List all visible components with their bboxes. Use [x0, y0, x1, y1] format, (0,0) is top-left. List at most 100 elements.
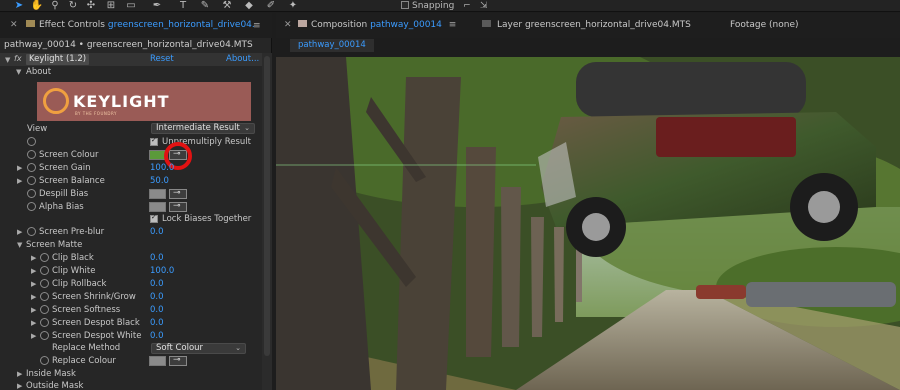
rotate-tool-icon[interactable]: ↻ — [66, 0, 80, 12]
stopwatch-icon[interactable] — [27, 202, 36, 211]
screen-matte-row[interactable]: ▼ Screen Matte — [0, 239, 262, 251]
eraser-tool-icon[interactable]: ◆ — [242, 0, 256, 12]
effect-name[interactable]: Keylight (1.2) — [26, 54, 90, 65]
clip-black-row: ▶ Clip Black 0.0 — [0, 252, 262, 264]
screen-balance-value[interactable]: 50.0 — [150, 175, 169, 187]
layer-tab[interactable]: Layer greenscreen_horizontal_drive04.MTS — [482, 20, 691, 30]
expand-icon[interactable]: ▶ — [31, 291, 36, 303]
screen-preblur-value[interactable]: 0.0 — [150, 226, 164, 238]
clip-white-value[interactable]: 100.0 — [150, 265, 174, 277]
replace-colour-label: Replace Colour — [52, 356, 116, 366]
chevron-down-icon: ⌄ — [244, 124, 250, 132]
expand-icon[interactable]: ▶ — [17, 368, 22, 380]
eyedropper-icon[interactable] — [169, 355, 187, 366]
despot-white-row: ▶ Screen Despot White 0.0 — [0, 330, 262, 342]
snap-points-icon[interactable]: ⇲ — [480, 0, 494, 12]
composition-tab[interactable]: Composition pathway_00014 ≡ — [298, 20, 456, 30]
lock-biases-checkbox[interactable] — [150, 213, 158, 223]
expand-icon[interactable]: ▶ — [31, 278, 36, 290]
layer-tab-label: Layer greenscreen_horizontal_drive04.MTS — [497, 20, 691, 30]
expand-icon[interactable]: ▼ — [16, 66, 21, 78]
expand-icon[interactable]: ▶ — [17, 162, 22, 174]
expand-icon[interactable]: ▼ — [17, 239, 22, 251]
about-link[interactable]: About... — [226, 54, 259, 64]
stopwatch-icon[interactable] — [27, 150, 36, 159]
lock-biases-label: Lock Biases Together — [162, 214, 252, 224]
stopwatch-icon[interactable] — [40, 318, 49, 327]
fx-icon[interactable]: fx — [14, 54, 22, 63]
hand-tool-icon[interactable]: ✋ — [30, 0, 44, 12]
eyedropper-icon[interactable] — [169, 188, 187, 199]
reset-link[interactable]: Reset — [150, 54, 174, 64]
despill-bias-swatch[interactable] — [149, 189, 166, 199]
expand-icon[interactable]: ▶ — [17, 380, 22, 390]
panel-menu-icon[interactable]: ≡ — [253, 21, 261, 31]
close-icon[interactable]: ✕ — [10, 20, 18, 30]
composition-subtab[interactable]: pathway_00014 — [290, 39, 374, 52]
stopwatch-icon[interactable] — [40, 305, 49, 314]
screen-shrink-value[interactable]: 0.0 — [150, 291, 164, 303]
puppet-tool-icon[interactable]: ✦ — [286, 0, 300, 12]
stopwatch-icon[interactable] — [27, 163, 36, 172]
keylight-logo-subtext: BY THE FOUNDRY — [75, 111, 117, 116]
stopwatch-icon[interactable] — [40, 356, 49, 365]
unpremultiply-checkbox[interactable] — [150, 136, 158, 146]
stopwatch-icon[interactable] — [40, 253, 49, 262]
snapping-toggle[interactable]: Snapping ⌐ ⇲ — [401, 0, 494, 12]
panel-menu-icon[interactable]: ≡ — [449, 20, 457, 30]
selection-tool-icon[interactable]: ➤ — [12, 0, 26, 12]
camera-orbit-tool-icon[interactable]: ✣ — [84, 0, 98, 12]
expand-icon[interactable]: ▶ — [17, 175, 22, 187]
composition-tab-name: pathway_00014 — [370, 20, 442, 30]
replace-method-dropdown[interactable]: Soft Colour ⌄ — [151, 343, 246, 354]
brush-tool-icon[interactable]: ✎ — [198, 0, 212, 12]
stopwatch-icon[interactable] — [40, 266, 49, 275]
zoom-tool-icon[interactable]: ⚲ — [48, 0, 62, 12]
expand-icon[interactable]: ▶ — [17, 226, 22, 238]
alpha-bias-row: Alpha Bias — [0, 201, 262, 213]
expand-icon[interactable]: ▶ — [31, 265, 36, 277]
clip-black-value[interactable]: 0.0 — [150, 252, 164, 264]
type-tool-icon[interactable]: T — [176, 0, 190, 12]
replace-colour-row: Replace Colour — [0, 355, 262, 367]
replace-colour-swatch[interactable] — [149, 356, 166, 366]
screen-softness-value[interactable]: 0.0 — [150, 304, 164, 316]
view-dropdown[interactable]: Intermediate Result ⌄ — [151, 123, 255, 134]
pan-behind-tool-icon[interactable]: ⊞ — [104, 0, 118, 12]
snapping-checkbox[interactable] — [401, 1, 409, 9]
inside-mask-row[interactable]: ▶ Inside Mask — [0, 368, 262, 380]
clone-stamp-tool-icon[interactable]: ⚒ — [220, 0, 234, 12]
expand-icon[interactable]: ▶ — [31, 317, 36, 329]
expand-icon[interactable]: ▶ — [31, 252, 36, 264]
roto-brush-tool-icon[interactable]: ✐ — [264, 0, 278, 12]
stopwatch-icon[interactable] — [27, 137, 36, 146]
stopwatch-icon[interactable] — [40, 279, 49, 288]
stopwatch-icon[interactable] — [27, 189, 36, 198]
pen-tool-icon[interactable]: ✒ — [150, 0, 164, 12]
despot-black-value[interactable]: 0.0 — [150, 317, 164, 329]
composition-viewer[interactable] — [276, 57, 900, 390]
panel-scrollbar-thumb[interactable] — [264, 56, 270, 356]
outside-mask-row[interactable]: ▶ Outside Mask — [0, 380, 262, 390]
effect-controls-tab[interactable]: Effect Controls greenscreen_horizontal_d… — [26, 20, 255, 30]
close-icon[interactable]: ✕ — [284, 20, 292, 30]
despot-white-value[interactable]: 0.0 — [150, 330, 164, 342]
stopwatch-icon[interactable] — [27, 176, 36, 185]
stopwatch-icon[interactable] — [27, 227, 36, 236]
expand-icon[interactable]: ▶ — [31, 330, 36, 342]
despill-bias-label: Despill Bias — [39, 189, 89, 199]
stopwatch-icon[interactable] — [40, 292, 49, 301]
keylight-logo-text: KEYLIGHT — [73, 92, 170, 111]
about-group-row[interactable]: ▼ About — [0, 66, 262, 78]
stopwatch-icon[interactable] — [40, 331, 49, 340]
rectangle-tool-icon[interactable]: ▭ — [124, 0, 138, 12]
eyedropper-icon[interactable] — [169, 201, 187, 212]
footage-tab[interactable]: Footage (none) — [730, 20, 799, 30]
clip-rollback-value[interactable]: 0.0 — [150, 278, 164, 290]
expand-icon[interactable]: ▶ — [31, 304, 36, 316]
alpha-bias-swatch[interactable] — [149, 202, 166, 212]
screen-preblur-row: ▶ Screen Pre-blur 0.0 — [0, 226, 262, 238]
screen-gain-value[interactable]: 100.0 — [150, 162, 174, 174]
snap-edges-icon[interactable]: ⌐ — [463, 0, 477, 12]
effect-expand-icon[interactable]: ▼ — [5, 56, 10, 64]
